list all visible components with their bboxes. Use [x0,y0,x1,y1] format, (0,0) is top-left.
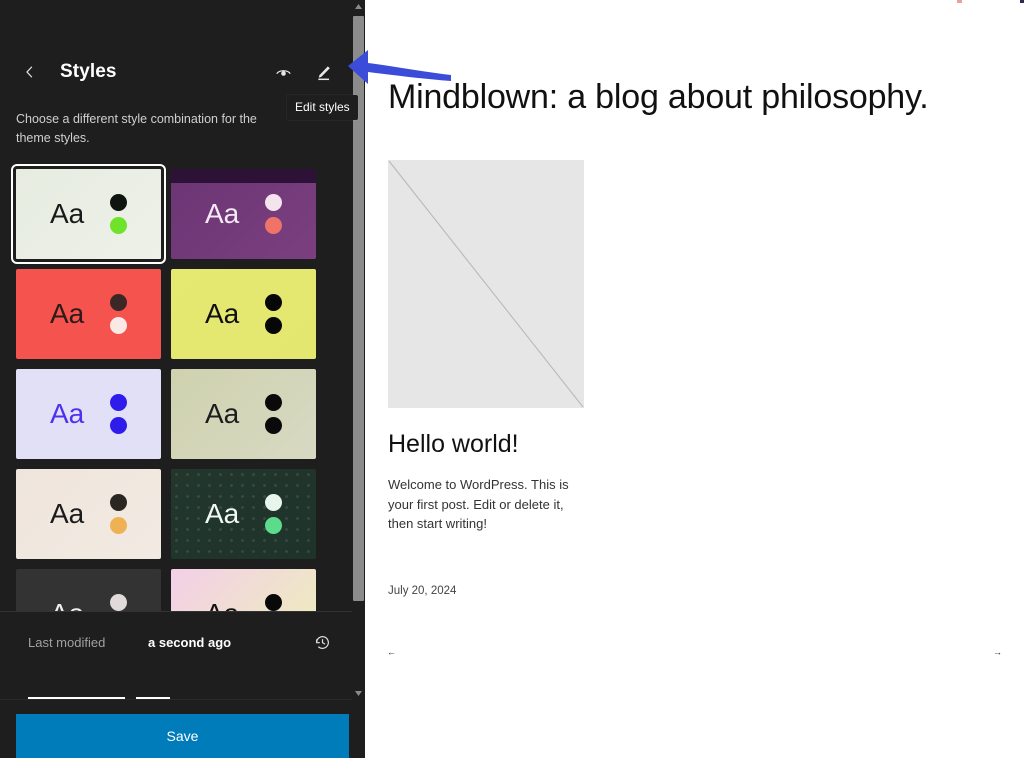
edit-styles-button[interactable] [308,57,338,87]
variation-typography-sample: Aa [50,398,85,429]
style-variations-grid: AaAaAaAaAaAaAaAaAaAa [0,164,352,659]
variation-typography-sample: Aa [205,298,240,329]
variation-color-dots [265,494,282,534]
last-modified-row: Last modified a second ago [0,611,352,673]
pagination-next-link[interactable]: → [993,648,1002,657]
caret-up-icon [355,4,362,9]
broken-image-icon [388,160,584,408]
variation-color-dots [110,494,127,534]
site-title: Mindblown: a blog about philosophy. [388,78,929,116]
last-modified-value: a second ago [148,635,232,650]
variation-preview: Aa [16,269,161,359]
variation-preview: Aa [16,369,161,459]
post-excerpt: Welcome to WordPress. This is your first… [388,477,569,531]
footer-ghost-strip [0,673,352,700]
panel-header-actions [268,57,338,87]
variation-color-dots [265,294,282,334]
post-date: July 20, 2024 [388,584,457,597]
variation-color-dots [110,394,127,434]
variation-aa-cream[interactable]: Aa [16,469,161,559]
variation-preview: Aa [16,469,161,559]
post-pagination: ← → [365,648,1024,668]
variation-aa-yellow[interactable]: Aa [171,269,316,359]
variation-color-dot-2 [110,417,127,434]
variation-typography-sample: Aa [50,498,85,529]
post-featured-image-placeholder [388,160,584,408]
variation-preview: Aa [171,469,316,559]
revisions-button[interactable] [308,629,336,657]
styles-sidebar: Styles Choose a different style combinat… [0,0,365,758]
history-icon [315,636,329,649]
top-edge-artifact-right [1020,0,1024,3]
scrollbar-down-arrow[interactable] [352,687,365,700]
variation-color-dot-1 [110,294,127,311]
variation-topbar [171,169,316,183]
ghost-underline-right [136,697,170,699]
variation-dot-pattern [171,469,316,559]
variation-aa-green[interactable]: Aa [11,164,166,264]
caret-down-icon [355,691,362,696]
variation-preview: Aa [16,169,161,259]
styles-panel-screen: Mindblown: a blog about philosophy. Hell… [0,0,1024,758]
variation-color-dot-2 [110,217,127,234]
variation-typography-sample: Aa [50,198,85,229]
variation-color-dot-2 [110,517,127,534]
variation-color-dot-2 [265,517,282,534]
site-preview-frame: Mindblown: a blog about philosophy. Hell… [365,0,1024,758]
styles-panel-header: Styles [0,48,352,96]
top-edge-artifact-left [957,0,962,3]
variation-color-dot-1 [265,294,282,311]
variation-color-dot-1 [110,494,127,511]
variation-aa-purple[interactable]: Aa [171,169,316,259]
variation-preview: Aa [171,269,316,359]
variation-color-dot-1 [110,394,127,411]
style-book-button[interactable] [268,57,298,87]
eye-icon [275,69,291,76]
variation-aa-lavender[interactable]: Aa [16,369,161,459]
variation-preview: Aa [171,369,316,459]
variation-aa-forest[interactable]: Aa [171,469,316,559]
variation-typography-sample: Aa [205,398,240,429]
variation-color-dots [265,194,282,234]
chevron-left-icon [26,66,33,78]
variation-typography-sample: Aa [205,198,240,229]
pencil-icon [317,65,330,80]
variation-color-dot-1 [110,594,127,611]
panel-description: Choose a different style combination for… [16,112,257,145]
variation-typography-sample: Aa [50,298,85,329]
variation-aa-red[interactable]: Aa [16,269,161,359]
variation-color-dots [265,394,282,434]
variation-preview: Aa [171,169,316,259]
variation-color-dot-2 [265,417,282,434]
pagination-prev-link[interactable]: ← [387,648,396,657]
variation-color-dots [110,194,127,234]
variation-aa-sage[interactable]: Aa [171,369,316,459]
edit-styles-tooltip: Edit styles [287,95,358,120]
variation-color-dot-1 [265,494,282,511]
variation-color-dot-1 [110,194,127,211]
variation-color-dot-1 [265,194,282,211]
variation-color-dot-2 [265,317,282,334]
last-modified-label: Last modified [28,635,106,650]
back-button[interactable] [16,58,44,86]
styles-sidebar-footer: Last modified a second ago Save [0,611,365,758]
scrollbar-up-arrow[interactable] [352,0,365,13]
variation-color-dot-1 [265,594,282,611]
variation-color-dot-2 [265,217,282,234]
variation-color-dot-2 [110,317,127,334]
variation-color-dot-1 [265,394,282,411]
save-button[interactable]: Save [16,714,349,758]
post-title: Hello world! [388,430,519,458]
save-area: Save [0,700,365,758]
panel-title: Styles [60,61,117,82]
variation-color-dots [110,294,127,334]
ghost-underline-left [28,697,125,699]
